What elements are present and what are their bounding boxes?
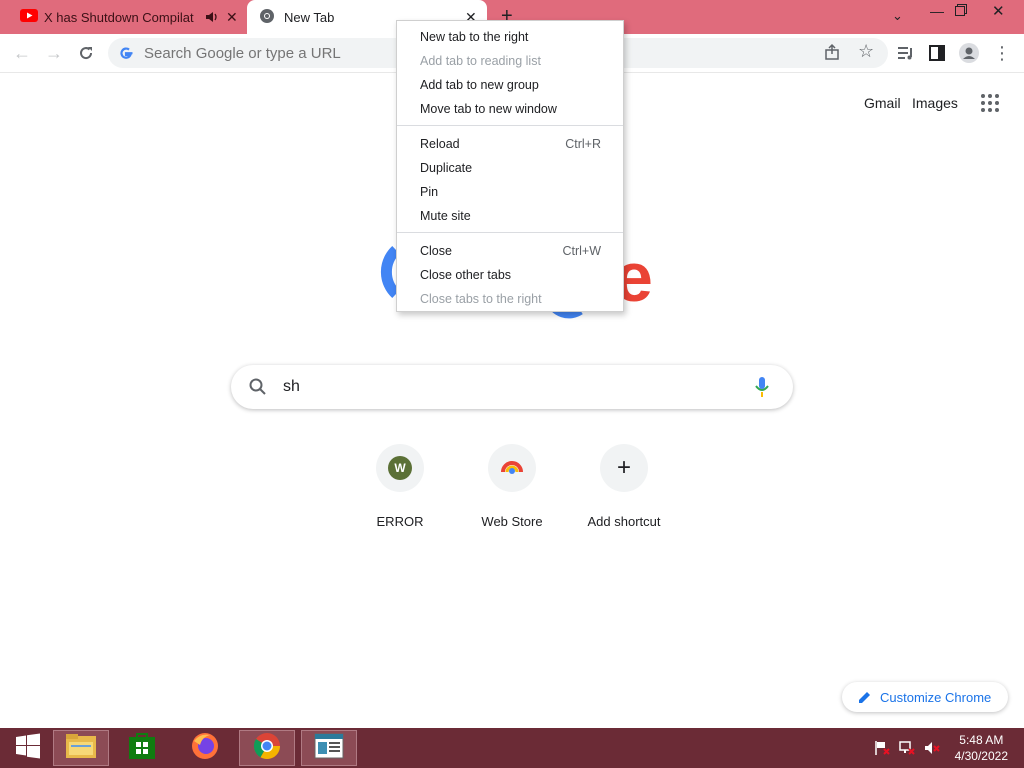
shortcut-badge: W: [388, 456, 412, 480]
chrome-icon: [259, 8, 275, 27]
profile-avatar[interactable]: [958, 42, 980, 64]
apps-grid-icon[interactable]: [980, 93, 1000, 118]
close-window-button[interactable]: ✕: [992, 2, 1005, 20]
menu-item-label: Duplicate: [420, 161, 473, 175]
minimize-button[interactable]: —: [930, 3, 944, 19]
images-link[interactable]: Images: [912, 95, 958, 111]
menu-separator: [397, 232, 623, 233]
tab-youtube[interactable]: X has Shutdown Compilation ✕: [0, 0, 247, 34]
taskbar: 5:48 AM 4/30/2022: [0, 728, 1024, 768]
menu-item-add-reading-list: Add tab to reading list: [397, 49, 623, 73]
tab-title: X has Shutdown Compilation: [44, 9, 194, 25]
tab-context-menu: New tab to the right Add tab to reading …: [396, 20, 624, 312]
youtube-icon: [20, 9, 38, 25]
taskbar-chrome[interactable]: [239, 730, 295, 766]
pencil-icon: [858, 690, 872, 704]
shortcut-tile: W: [376, 444, 424, 492]
share-icon[interactable]: [824, 43, 842, 66]
menu-separator: [397, 125, 623, 126]
web-store-icon: [501, 458, 523, 479]
volume-muted-icon[interactable]: [924, 740, 940, 761]
ntp-search-box[interactable]: sh: [231, 365, 793, 409]
shortcut-label: Web Store: [481, 514, 543, 529]
taskbar-firefox[interactable]: [177, 730, 233, 766]
taskbar-store[interactable]: [114, 730, 170, 766]
firefox-icon: [190, 731, 220, 766]
news-app-icon: [314, 733, 344, 764]
menu-item-label: Move tab to new window: [420, 102, 557, 116]
shortcut-label: Add shortcut: [587, 514, 661, 529]
menu-item-label: Pin: [420, 185, 439, 199]
menu-item-label: Add tab to new group: [420, 78, 539, 92]
taskbar-file-explorer[interactable]: [53, 730, 109, 766]
forward-button[interactable]: →: [43, 42, 65, 64]
menu-item-close-other-tabs[interactable]: Close other tabs: [397, 263, 623, 287]
menu-item-new-tab-right[interactable]: New tab to the right: [397, 25, 623, 49]
file-explorer-icon: [65, 732, 97, 765]
media-control-icon[interactable]: [895, 42, 917, 64]
system-clock[interactable]: 5:48 AM 4/30/2022: [955, 732, 1008, 764]
menu-item-duplicate[interactable]: Duplicate: [397, 156, 623, 180]
start-button[interactable]: [0, 730, 56, 766]
search-icon: [249, 378, 267, 396]
customize-chrome-button[interactable]: Customize Chrome: [842, 682, 1008, 712]
microphone-icon[interactable]: [755, 377, 769, 402]
menu-item-label: New tab to the right: [420, 30, 529, 44]
more-menu-icon[interactable]: ⋮: [991, 42, 1013, 64]
menu-item-shortcut: Ctrl+W: [562, 244, 601, 258]
menu-item-close[interactable]: Close Ctrl+W: [397, 239, 623, 263]
chrome-icon: [252, 731, 282, 766]
store-icon: [128, 732, 156, 765]
menu-item-label: Close: [420, 244, 452, 258]
menu-item-label: Add tab to reading list: [420, 54, 541, 68]
menu-item-label: Close other tabs: [420, 268, 512, 282]
reload-button[interactable]: [75, 42, 97, 64]
clock-time: 5:48 AM: [959, 733, 1004, 747]
restore-button[interactable]: [955, 3, 967, 21]
bookmark-star-icon[interactable]: ☆: [858, 41, 874, 62]
gmail-link[interactable]: Gmail: [864, 95, 901, 111]
side-panel-icon[interactable]: [926, 42, 948, 64]
shortcut-error[interactable]: W ERROR: [344, 444, 456, 529]
menu-item-shortcut: Ctrl+R: [565, 137, 601, 151]
menu-item-close-tabs-right: Close tabs to the right: [397, 287, 623, 311]
google-g-icon: [118, 45, 134, 61]
shortcut-tile: +: [600, 444, 648, 492]
shortcut-web-store[interactable]: Web Store: [456, 444, 568, 529]
menu-item-move-new-window[interactable]: Move tab to new window: [397, 97, 623, 121]
menu-item-pin[interactable]: Pin: [397, 180, 623, 204]
menu-item-label: Mute site: [420, 209, 471, 223]
menu-item-reload[interactable]: Reload Ctrl+R: [397, 132, 623, 156]
start-icon: [15, 733, 41, 764]
shortcut-add[interactable]: + Add shortcut: [568, 444, 680, 529]
taskbar-news-app[interactable]: [301, 730, 357, 766]
menu-item-label: Reload: [420, 137, 460, 151]
tab-close-button[interactable]: ✕: [226, 9, 238, 26]
clock-date: 4/30/2022: [954, 749, 1008, 763]
search-query[interactable]: sh: [283, 378, 300, 396]
customize-label: Customize Chrome: [880, 689, 992, 705]
shortcut-tile: [488, 444, 536, 492]
menu-item-add-new-group[interactable]: Add tab to new group: [397, 73, 623, 97]
action-center-flag-icon[interactable]: [874, 740, 890, 761]
speaker-icon[interactable]: [205, 10, 219, 27]
menu-item-mute-site[interactable]: Mute site: [397, 204, 623, 228]
back-button[interactable]: ←: [11, 42, 33, 64]
network-icon[interactable]: [899, 740, 915, 761]
shortcut-label: ERROR: [376, 514, 424, 529]
tab-search-icon[interactable]: ⌄: [892, 8, 903, 24]
plus-icon: +: [616, 454, 631, 481]
menu-item-label: Close tabs to the right: [420, 292, 542, 306]
